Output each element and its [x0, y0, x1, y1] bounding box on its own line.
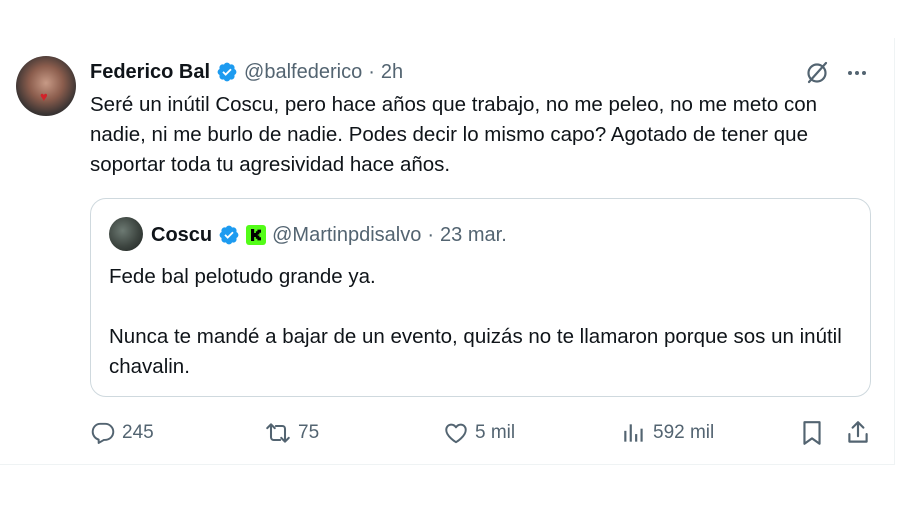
tweet-header: Federico Bal @balfederico · 2h: [90, 58, 403, 86]
quoted-author-handle: @Martinpdisalvo: [272, 223, 422, 246]
quoted-paragraph-2: Nunca te mandé a bajar de un evento, qui…: [109, 325, 842, 378]
quoted-tweet-text: Fede bal pelotudo grande ya. Nunca te ma…: [109, 262, 859, 382]
views-count: 592 mil: [653, 422, 715, 443]
kick-badge-icon: [246, 225, 267, 245]
share-button[interactable]: [845, 416, 871, 450]
tweet-text: Seré un inútil Coscu, pero hace años que…: [90, 93, 818, 176]
like-button[interactable]: 5 mil: [443, 416, 515, 450]
quoted-author-name: Coscu: [151, 223, 213, 246]
separator-dot: ·: [427, 223, 435, 246]
reply-count: 245: [122, 422, 154, 443]
quoted-tweet-date: 23 mar.: [440, 223, 507, 246]
quoted-tweet-header: Coscu @Martinpdisalvo · 23 mar.: [151, 221, 507, 249]
quoted-tweet[interactable]: Coscu @Martinpdisalvo · 23 mar. Fede bal…: [90, 198, 871, 397]
quoted-author-avatar[interactable]: [109, 217, 143, 251]
author-name[interactable]: Federico Bal: [90, 61, 210, 84]
like-count: 5 mil: [475, 422, 516, 443]
bookmark-button[interactable]: [799, 416, 825, 450]
views-icon: [624, 424, 643, 442]
reply-button[interactable]: 245: [90, 416, 154, 450]
more-icon[interactable]: [844, 60, 870, 86]
retweet-icon: [266, 423, 290, 443]
author-avatar[interactable]: ♥: [16, 56, 76, 116]
heart-icon: [445, 423, 467, 444]
share-icon: [848, 421, 868, 443]
heart-shirt-graphic: ♥: [40, 89, 48, 104]
author-handle[interactable]: @balfederico: [244, 61, 362, 84]
verified-badge-icon: [217, 62, 237, 82]
retweet-button[interactable]: 75: [264, 416, 319, 450]
separator-dot: ·: [368, 60, 375, 83]
tweet-time[interactable]: 2h: [381, 61, 403, 84]
quoted-paragraph-1: Fede bal pelotudo grande ya.: [109, 265, 376, 288]
verified-badge-icon: [219, 225, 239, 245]
bookmark-icon: [803, 421, 821, 445]
retweet-count: 75: [298, 422, 320, 443]
reply-icon: [91, 422, 115, 444]
tweet-card[interactable]: ♥ Federico Bal @balfederico · 2h Seré un…: [0, 38, 895, 465]
grok-icon[interactable]: [804, 59, 830, 85]
action-bar: 245 75 5 mil 592 mil: [90, 416, 875, 450]
views-button[interactable]: 592 mil: [621, 416, 714, 450]
